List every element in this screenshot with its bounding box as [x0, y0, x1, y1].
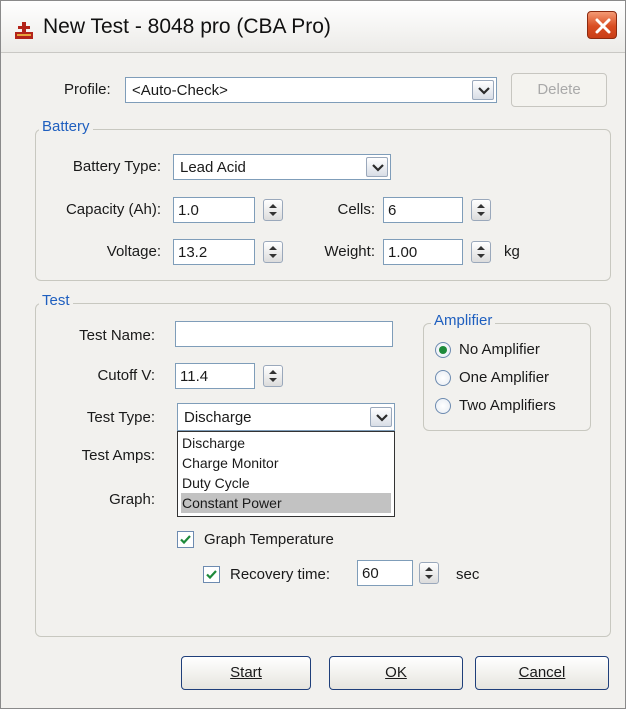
weight-spinner[interactable] [471, 241, 491, 263]
two-amplifiers-radio[interactable] [435, 398, 451, 414]
recovery-time-field[interactable]: 60 [357, 560, 413, 586]
close-icon [595, 18, 611, 34]
spinner-arrows-icon [269, 246, 277, 258]
test-amps-label: Test Amps: [81, 447, 155, 464]
battery-type-label: Battery Type: [72, 158, 161, 175]
app-icon [13, 19, 35, 41]
recovery-time-value: 60 [362, 565, 379, 582]
spinner-arrows-icon [477, 204, 485, 216]
chevron-down-icon [478, 87, 490, 95]
title-bar[interactable]: New Test - 8048 pro (CBA Pro) [1, 1, 625, 53]
test-type-dropdown-button[interactable] [370, 407, 392, 427]
spinner-arrows-icon [269, 204, 277, 216]
test-type-select[interactable]: Discharge [177, 403, 395, 431]
two-amplifiers-label[interactable]: Two Amplifiers [459, 397, 556, 414]
capacity-label: Capacity (Ah): [65, 201, 161, 218]
voltage-field[interactable]: 13.2 [173, 239, 255, 265]
cutoff-value: 11.4 [180, 368, 209, 385]
recovery-time-unit: sec [456, 566, 480, 583]
voltage-label: Voltage: [106, 243, 161, 260]
weight-label: Weight: [324, 243, 375, 260]
one-amplifier-radio[interactable] [435, 370, 451, 386]
start-button[interactable]: Start [181, 656, 311, 690]
test-type-value: Discharge [184, 409, 252, 426]
cancel-button[interactable]: Cancel [475, 656, 609, 690]
no-amplifier-label[interactable]: No Amplifier [459, 341, 540, 358]
spinner-arrows-icon [477, 246, 485, 258]
spinner-arrows-icon [269, 370, 277, 382]
recovery-time-checkbox[interactable] [203, 566, 220, 583]
capacity-field[interactable]: 1.0 [173, 197, 255, 223]
cells-spinner[interactable] [471, 199, 491, 221]
voltage-value: 13.2 [178, 244, 208, 261]
start-button-label: Start [230, 664, 262, 681]
capacity-value: 1.0 [178, 202, 199, 219]
cancel-button-label: Cancel [518, 664, 566, 681]
test-type-dropdown-list[interactable]: Discharge Charge Monitor Duty Cycle Cons… [177, 431, 395, 517]
list-item[interactable]: Discharge [181, 433, 391, 453]
profile-select[interactable]: <Auto-Check> [125, 77, 497, 103]
recovery-time-label[interactable]: Recovery time: [230, 566, 330, 583]
test-name-field[interactable] [175, 321, 393, 347]
checkmark-icon [206, 570, 217, 580]
graph-temperature-checkbox[interactable] [177, 531, 194, 548]
cutoff-label: Cutoff V: [97, 367, 155, 384]
voltage-spinner[interactable] [263, 241, 283, 263]
spinner-arrows-icon [425, 567, 433, 579]
cutoff-spinner[interactable] [263, 365, 283, 387]
cells-value: 6 [388, 202, 397, 219]
ok-button[interactable]: OK [329, 656, 463, 690]
graph-label: Graph: [109, 491, 155, 508]
profile-label: Profile: [64, 81, 111, 98]
test-group-legend: Test [39, 292, 73, 309]
chevron-down-icon [372, 164, 384, 172]
test-type-label: Test Type: [86, 409, 155, 426]
weight-value: 1.00 [388, 244, 418, 261]
recovery-time-spinner[interactable] [419, 562, 439, 584]
one-amplifier-label[interactable]: One Amplifier [459, 369, 549, 386]
list-item-selected[interactable]: Constant Power [181, 493, 391, 513]
capacity-spinner[interactable] [263, 199, 283, 221]
battery-type-dropdown-button[interactable] [366, 157, 388, 177]
checkmark-icon [180, 535, 191, 545]
weight-field[interactable]: 1.00 [383, 239, 463, 265]
cutoff-field[interactable]: 11.4 [175, 363, 255, 389]
amplifier-group-legend: Amplifier [431, 312, 496, 329]
cells-field[interactable]: 6 [383, 197, 463, 223]
test-name-label: Test Name: [79, 327, 155, 344]
list-item[interactable]: Duty Cycle [181, 473, 391, 493]
window-title: New Test - 8048 pro (CBA Pro) [43, 15, 331, 38]
delete-button[interactable]: Delete [511, 73, 607, 107]
graph-temperature-label[interactable]: Graph Temperature [204, 531, 334, 548]
weight-unit: kg [504, 243, 520, 260]
close-button[interactable] [587, 11, 617, 39]
battery-group-legend: Battery [39, 118, 93, 135]
list-item[interactable]: Charge Monitor [181, 453, 391, 473]
battery-type-select[interactable]: Lead Acid [173, 154, 391, 180]
dialog-window: New Test - 8048 pro (CBA Pro) Profile: <… [0, 0, 626, 709]
chevron-down-icon [376, 414, 388, 422]
ok-button-label: OK [385, 664, 407, 681]
cells-label: Cells: [337, 201, 375, 218]
no-amplifier-radio[interactable] [435, 342, 451, 358]
battery-type-value: Lead Acid [180, 159, 246, 176]
profile-value: <Auto-Check> [132, 82, 228, 99]
profile-dropdown-button[interactable] [472, 80, 494, 100]
